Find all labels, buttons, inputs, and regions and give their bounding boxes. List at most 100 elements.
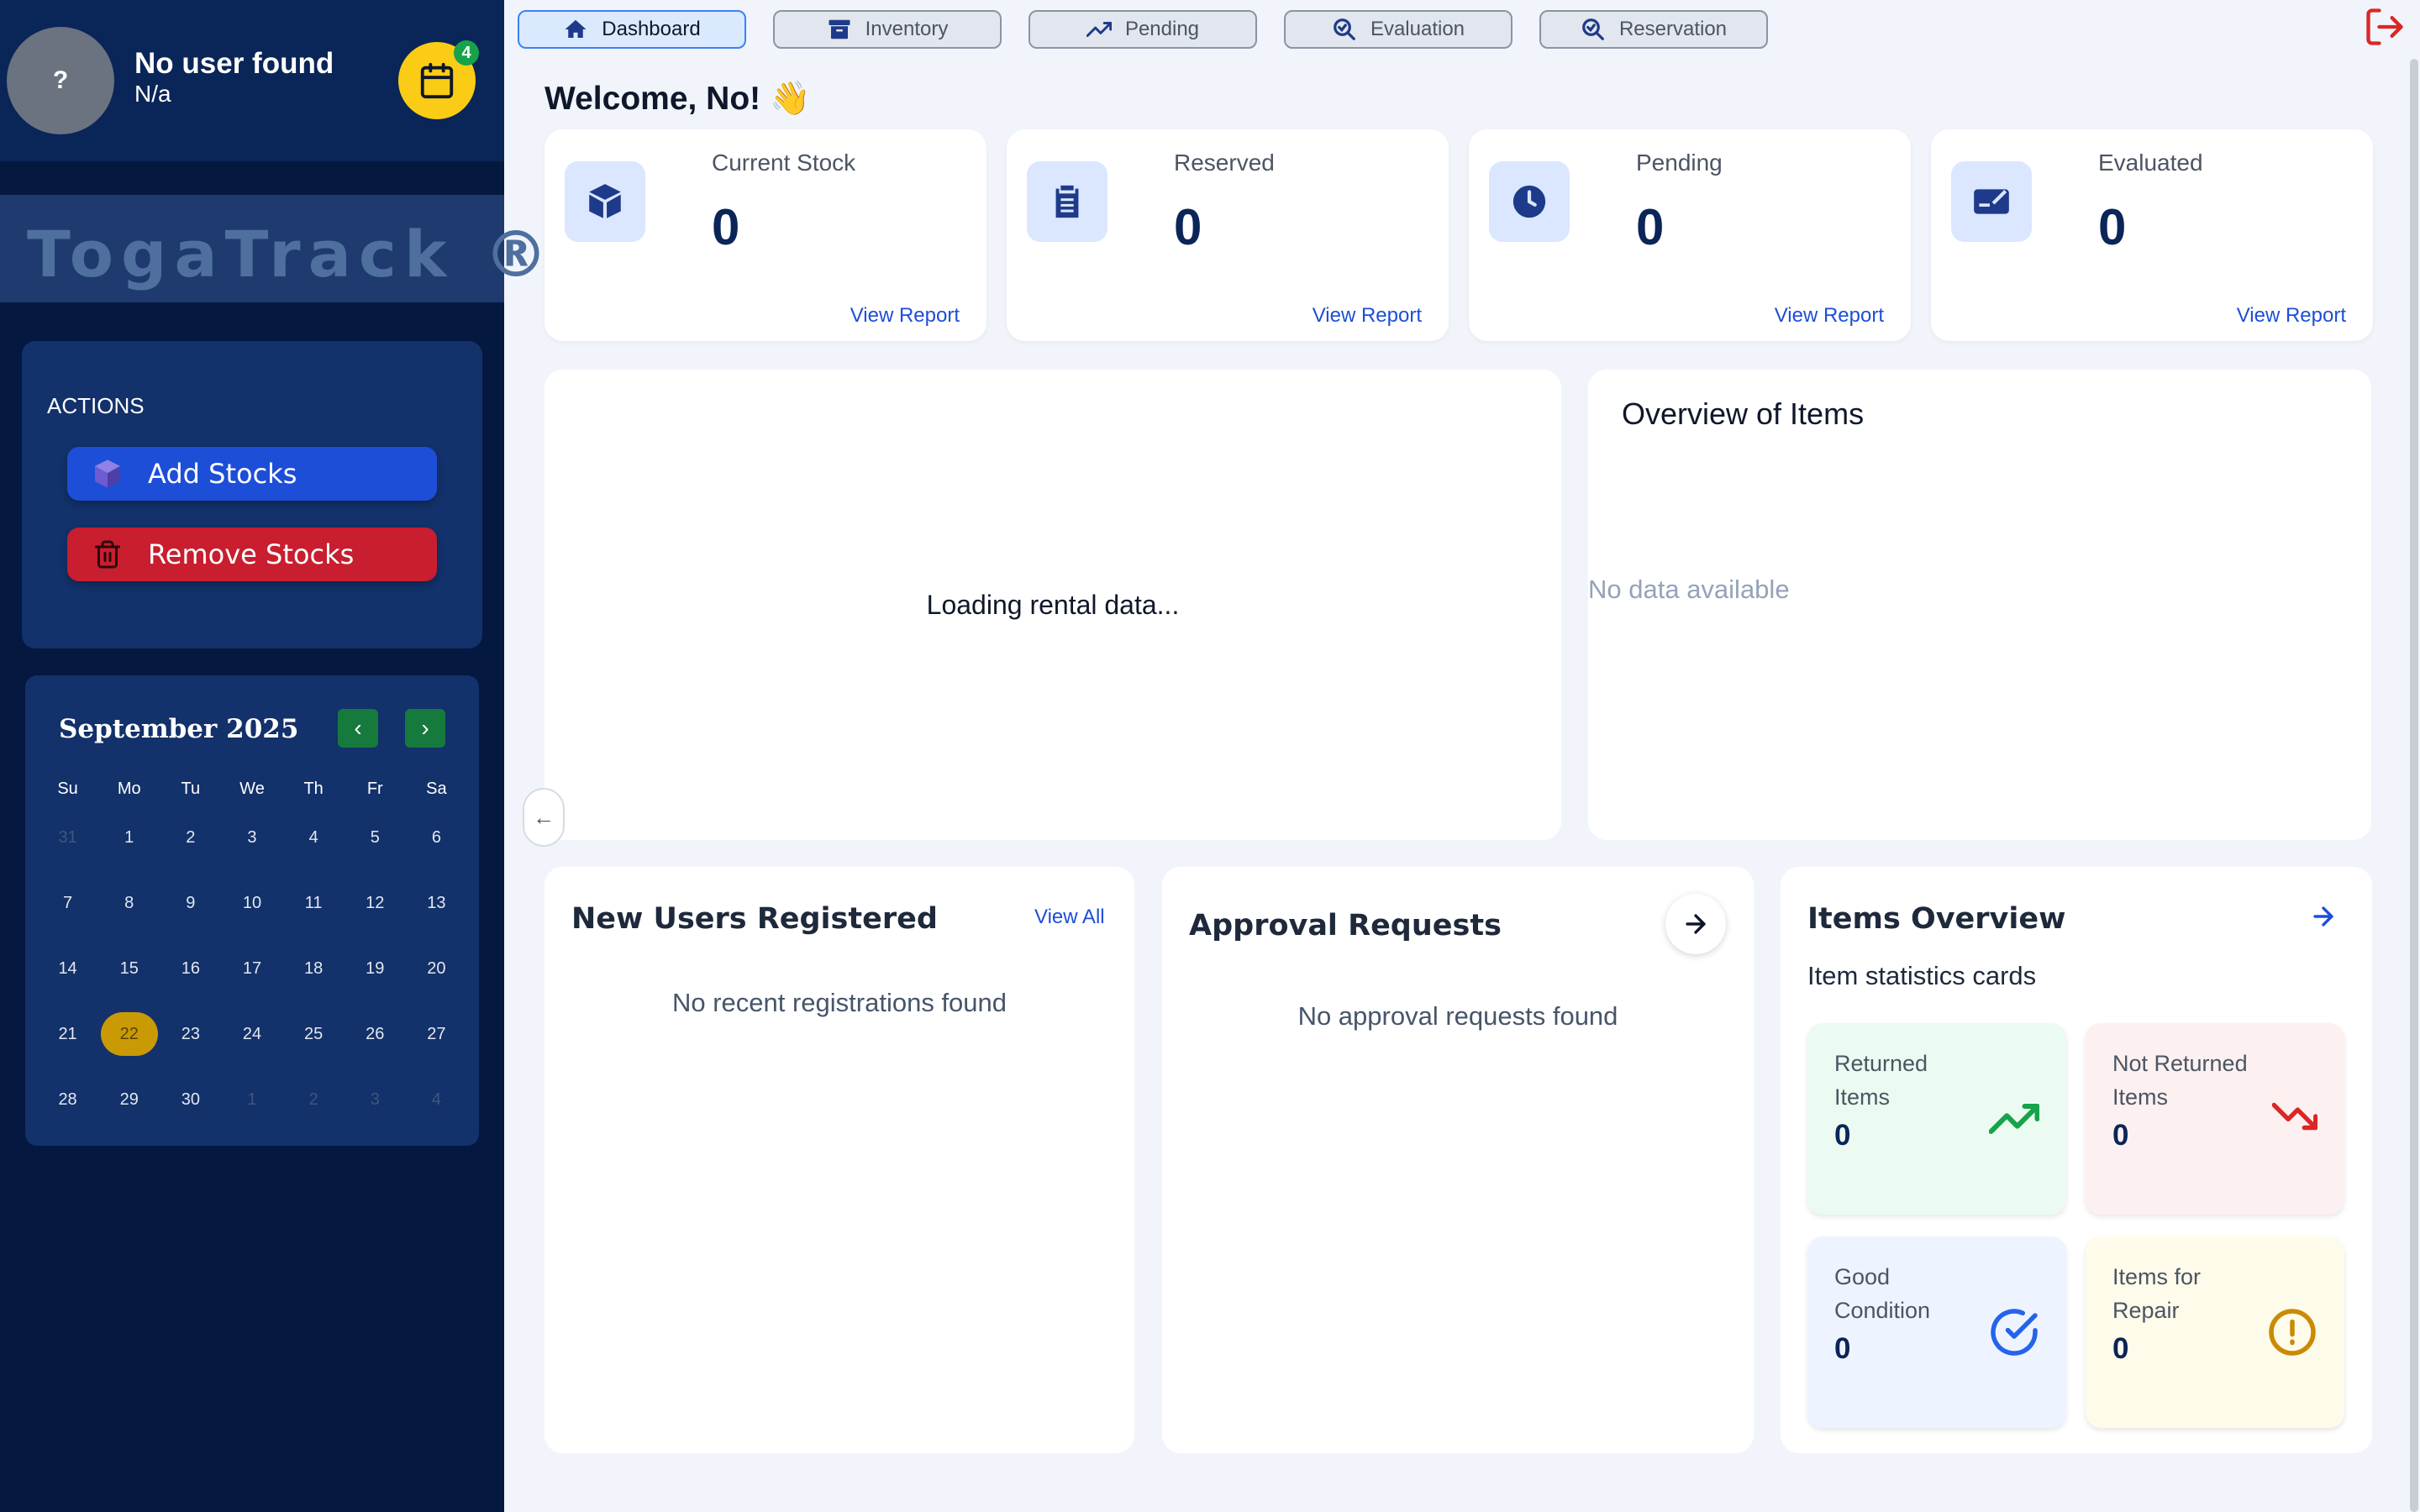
item-stat-value: 0 [1834,1332,1851,1365]
calendar-day[interactable]: 9 [160,894,221,913]
brand-logo-text: TogaTrack ® [27,217,555,291]
trending-up-icon [1988,1094,2040,1148]
calendar-day[interactable]: 28 [37,1090,98,1110]
calendar-day[interactable]: 17 [221,959,282,979]
calendar-day-number: 17 [242,958,262,978]
calendar-day[interactable]: 8 [98,894,160,913]
calendar-day-number: 19 [366,958,385,978]
user-name: No user found [134,47,334,80]
trending-up-icon [1086,17,1112,42]
calendar-day-number: 2 [308,1089,318,1109]
calendar-day[interactable]: 13 [406,894,467,913]
tab-label: Pending [1124,18,1200,40]
tab-pending[interactable]: Pending [1028,10,1257,49]
calendar-day-number: 20 [427,958,446,978]
calendar-month-label: September 2025 [59,714,299,744]
collapse-sidebar-button[interactable]: ← [523,788,565,847]
calendar-week-row: 28 29 30 1 2 3 4 [37,1067,467,1132]
tab-reservation[interactable]: Reservation [1539,10,1768,49]
approval-title: Approval Requests [1189,909,1502,942]
overview-title: Overview of Items [1622,396,1865,431]
calendar-day[interactable]: 1 [98,828,160,848]
calendar-day[interactable]: 2 [283,1090,345,1110]
tab-evaluation[interactable]: Evaluation [1284,10,1512,49]
calendar-next-button[interactable]: › [405,709,445,748]
calendar-day[interactable]: 4 [283,828,345,848]
add-stocks-button[interactable]: Add Stocks [67,447,437,501]
logout-button[interactable] [2363,5,2407,53]
calendar-day[interactable]: 27 [406,1025,467,1044]
calendar-day[interactable]: 7 [37,894,98,913]
calendar-day[interactable]: 26 [345,1025,406,1044]
calendar-day[interactable]: 25 [283,1025,345,1044]
calendar-day[interactable]: 23 [160,1025,221,1044]
items-overview-link[interactable] [2309,902,2338,935]
remove-stocks-button[interactable]: Remove Stocks [67,528,437,581]
calendar-day[interactable]: 11 [283,894,345,913]
view-report-link[interactable]: View Report [1313,304,1422,328]
calendar-prev-button[interactable]: ‹ [338,709,378,748]
welcome-heading: Welcome, No! 👋 [544,81,811,117]
calendar-day[interactable]: 2 [160,828,221,848]
approval-panel [1162,867,1754,1453]
calendar-day[interactable]: 1 [221,1090,282,1110]
calendar-day[interactable]: 21 [37,1025,98,1044]
calendar-day-number: 31 [58,827,77,847]
calendar-day[interactable]: 19 [345,959,406,979]
items-overview-subtitle: Item statistics cards [1807,961,2037,990]
calendar-day-number: 21 [58,1024,77,1043]
tab-label: Dashboard [602,18,701,40]
view-all-link[interactable]: View All [1034,906,1105,929]
calendar-weekday: Sa [426,779,447,798]
calendar-day-number: 6 [431,827,441,847]
stat-value: 0 [712,199,740,255]
view-report-link[interactable]: View Report [2237,304,2346,328]
calendar-day[interactable]: 24 [221,1025,282,1044]
calendar-day-number: 1 [124,827,134,847]
scrollbar-thumb[interactable] [2410,59,2418,1512]
tab-label: Inventory [865,18,949,40]
calendar-day[interactable]: 18 [283,959,345,979]
tab-dashboard[interactable]: Dashboard [518,10,746,49]
cube-icon [565,161,645,242]
chevron-right-icon: › [421,715,429,741]
calendar-day-selected[interactable]: 22 [98,1012,160,1056]
calendar-day[interactable]: 16 [160,959,221,979]
calendar-day[interactable]: 5 [345,828,406,848]
calendar-day-number: 14 [58,958,77,978]
tab-inventory[interactable]: Inventory [773,10,1002,49]
calendar-day-number: 5 [370,827,380,847]
search-check-icon [1581,17,1606,42]
calendar-day-number: 28 [58,1089,77,1109]
calendar-day[interactable]: 3 [221,828,282,848]
approval-open-button[interactable] [1665,894,1726,954]
calendar-day[interactable]: 30 [160,1090,221,1110]
calendar-day[interactable]: 15 [98,959,160,979]
overview-empty-text: No data available [1588,575,1790,604]
calendar-day[interactable]: 20 [406,959,467,979]
calendar-day-number: 4 [308,827,318,847]
view-report-link[interactable]: View Report [850,304,960,328]
trash-icon [67,539,148,570]
avatar[interactable]: ? [7,27,114,134]
calendar-weekday: Th [303,779,324,798]
calendar-day-number: 8 [124,893,134,912]
calendar-day[interactable]: 3 [345,1090,406,1110]
calendar-day-number: 4 [431,1089,441,1109]
calendar-day[interactable]: 12 [345,894,406,913]
calendar-week-row: 14 15 16 17 18 19 20 [37,936,467,1001]
calendar-day[interactable]: 29 [98,1090,160,1110]
check-circle-icon [1989,1307,2039,1362]
calendar-day-number: 13 [427,893,446,912]
calendar-day[interactable]: 4 [406,1090,467,1110]
calendar-day[interactable]: 14 [37,959,98,979]
calendar-day[interactable]: 6 [406,828,467,848]
view-report-link[interactable]: View Report [1775,304,1884,328]
calendar-week-row: 31 1 2 3 4 5 6 [37,805,467,870]
calendar-day[interactable]: 10 [221,894,282,913]
calendar-weekday: Su [57,779,78,798]
calendar-weekday: Fr [366,779,383,798]
calendar-day[interactable]: 31 [37,828,98,848]
calendar-weekday-row: Su Mo Tu We Th Fr Sa [37,773,467,805]
check-card-icon [1951,161,2032,242]
